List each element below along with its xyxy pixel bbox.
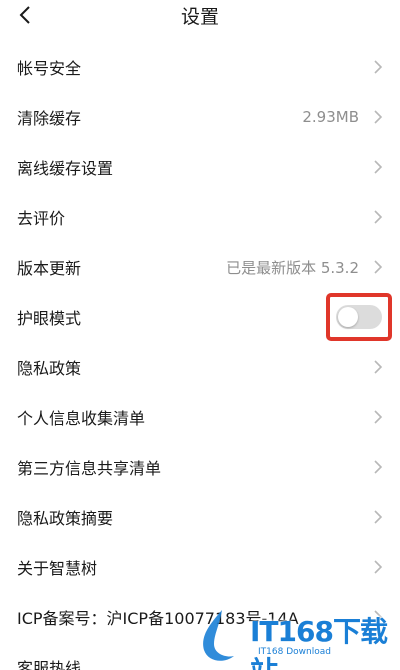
header-bar: 设置 xyxy=(0,0,400,30)
chevron-right-icon xyxy=(370,359,386,375)
chevron-right-icon xyxy=(370,259,386,275)
settings-item-label: 离线缓存设置 xyxy=(17,159,114,178)
settings-item-personal-info-list[interactable]: 个人信息收集清单 xyxy=(0,392,400,442)
settings-item-label: 帐号安全 xyxy=(17,59,82,78)
settings-item-account-security[interactable]: 帐号安全 xyxy=(0,42,400,92)
chevron-right-icon xyxy=(370,109,386,125)
chevron-right-icon xyxy=(370,159,386,175)
settings-item-clear-cache[interactable]: 清除缓存 2.93MB xyxy=(0,92,400,142)
version-status-value: 已是最新版本 5.3.2 xyxy=(226,258,359,277)
settings-item-label: 版本更新 xyxy=(17,259,82,278)
chevron-right-icon xyxy=(370,609,386,625)
settings-item-label: 隐私政策摘要 xyxy=(17,509,114,528)
eye-protection-toggle[interactable] xyxy=(336,305,382,329)
settings-item-label: 清除缓存 xyxy=(17,109,82,128)
highlight-box xyxy=(326,293,392,341)
chevron-right-icon xyxy=(370,59,386,75)
settings-item-version-update[interactable]: 版本更新 已是最新版本 5.3.2 xyxy=(0,242,400,292)
settings-item-privacy-summary[interactable]: 隐私政策摘要 xyxy=(0,492,400,542)
settings-item-icp[interactable]: ICP备案号：沪ICP备10077183号-14A xyxy=(0,592,400,642)
page-title: 设置 xyxy=(180,6,219,28)
settings-item-label: 关于智慧树 xyxy=(17,559,98,578)
settings-item-eye-protection: 护眼模式 xyxy=(0,292,400,342)
chevron-right-icon xyxy=(370,509,386,525)
chevron-right-icon xyxy=(370,209,386,225)
cache-size-value: 2.93MB xyxy=(302,108,359,126)
settings-item-rate[interactable]: 去评价 xyxy=(0,192,400,242)
chevron-right-icon xyxy=(370,559,386,575)
settings-list: 帐号安全 清除缓存 2.93MB 离线缓存设置 去评价 版本更新 已是最新版本 … xyxy=(0,42,400,670)
toggle-knob xyxy=(338,307,358,327)
settings-item-label: 去评价 xyxy=(17,209,66,228)
settings-item-label: 护眼模式 xyxy=(17,309,82,328)
settings-item-label: ICP备案号：沪ICP备10077183号-14A xyxy=(17,609,299,628)
settings-item-label: 个人信息收集清单 xyxy=(17,409,146,428)
settings-item-label: 客服热线 xyxy=(17,659,82,670)
settings-item-about[interactable]: 关于智慧树 xyxy=(0,542,400,592)
settings-item-hotline[interactable]: 客服热线 xyxy=(0,642,400,670)
settings-item-privacy-policy[interactable]: 隐私政策 xyxy=(0,342,400,392)
chevron-right-icon xyxy=(370,409,386,425)
settings-item-label: 第三方信息共享清单 xyxy=(17,459,162,478)
chevron-right-icon xyxy=(370,459,386,475)
settings-item-offline-cache[interactable]: 离线缓存设置 xyxy=(0,142,400,192)
settings-item-third-party-sharing[interactable]: 第三方信息共享清单 xyxy=(0,442,400,492)
settings-item-label: 隐私政策 xyxy=(17,359,82,378)
